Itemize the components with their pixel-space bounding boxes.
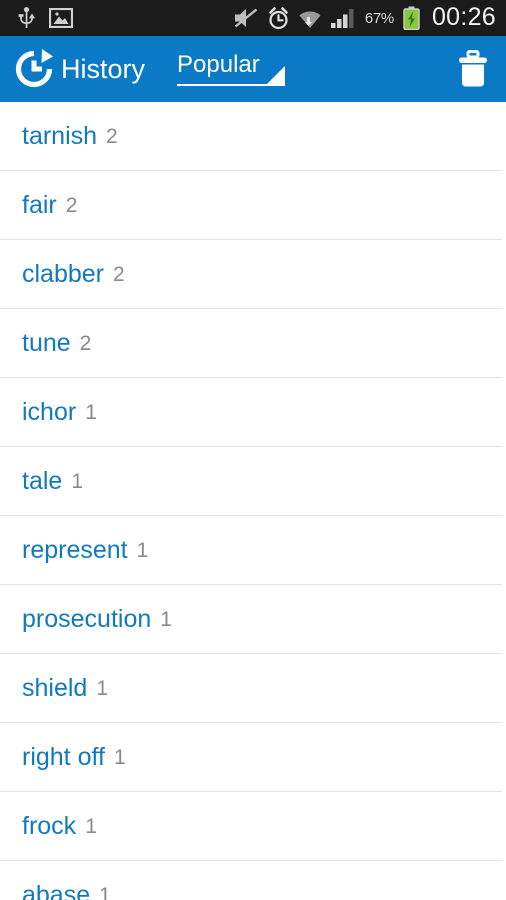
word-label: frock — [22, 812, 77, 840]
word-label: clabber — [22, 260, 104, 288]
word-count: 2 — [65, 194, 78, 217]
image-icon — [48, 7, 74, 29]
word-count: 1 — [85, 401, 97, 424]
word-count: 2 — [113, 263, 125, 286]
list-item[interactable]: fair 2 — [0, 171, 506, 240]
list-item[interactable]: tune 2 — [0, 309, 506, 378]
category-spinner[interactable]: Popular — [177, 52, 286, 86]
word-count: 1 — [71, 470, 83, 493]
word-label: tarnish — [22, 122, 98, 150]
list-item[interactable]: right off 1 — [0, 723, 506, 792]
list-item[interactable]: frock 1 — [0, 792, 506, 861]
category-spinner-underline — [177, 83, 286, 86]
status-bar-clock: 00:26 — [431, 2, 496, 31]
history-icon[interactable] — [12, 47, 56, 91]
battery-percent-label: 67% — [364, 9, 394, 27]
list-item[interactable]: represent 1 — [0, 516, 506, 585]
word-label: prosecution — [22, 605, 152, 633]
list-item[interactable]: prosecution 1 — [0, 585, 506, 654]
word-count: 1 — [113, 746, 126, 769]
list-item[interactable]: abase 1 — [0, 861, 506, 900]
mute-icon — [234, 7, 258, 29]
word-label: right off — [22, 743, 105, 771]
word-count: 2 — [106, 125, 118, 148]
trash-icon[interactable] — [456, 50, 490, 88]
usb-icon — [18, 7, 35, 29]
list-item[interactable]: tarnish 2 — [0, 102, 506, 171]
word-label: fair — [22, 191, 57, 219]
list-item[interactable]: ichor 1 — [0, 378, 506, 447]
wifi-icon — [299, 7, 321, 29]
word-label: ichor — [22, 398, 77, 426]
word-label: shield — [22, 674, 88, 702]
word-label: tale — [22, 467, 63, 495]
word-count: 1 — [160, 608, 172, 631]
word-label: tune — [22, 329, 71, 357]
word-count: 1 — [96, 677, 109, 700]
alarm-icon — [267, 6, 290, 30]
status-bar: 67% 00:26 — [0, 0, 506, 36]
word-count: 1 — [99, 884, 111, 900]
battery-charging-icon — [403, 6, 420, 31]
app-bar: History Popular — [0, 36, 506, 102]
status-bar-left-icons — [18, 7, 74, 29]
word-label: represent — [22, 536, 128, 564]
page-title: History — [61, 53, 146, 84]
list-item[interactable]: shield 1 — [0, 654, 506, 723]
word-label: abase — [22, 881, 91, 900]
word-list[interactable]: tarnish 2 fair 2 clabber 2 tune 2 ichor … — [0, 102, 506, 900]
signal-icon — [330, 7, 356, 29]
word-count: 1 — [136, 539, 149, 562]
word-count: 2 — [79, 332, 92, 355]
list-item[interactable]: clabber 2 — [0, 240, 506, 309]
spinner-caret-icon — [267, 65, 286, 84]
word-count: 1 — [85, 815, 97, 838]
list-item[interactable]: tale 1 — [0, 447, 506, 516]
status-bar-right-icons: 67% 00:26 — [234, 2, 496, 32]
